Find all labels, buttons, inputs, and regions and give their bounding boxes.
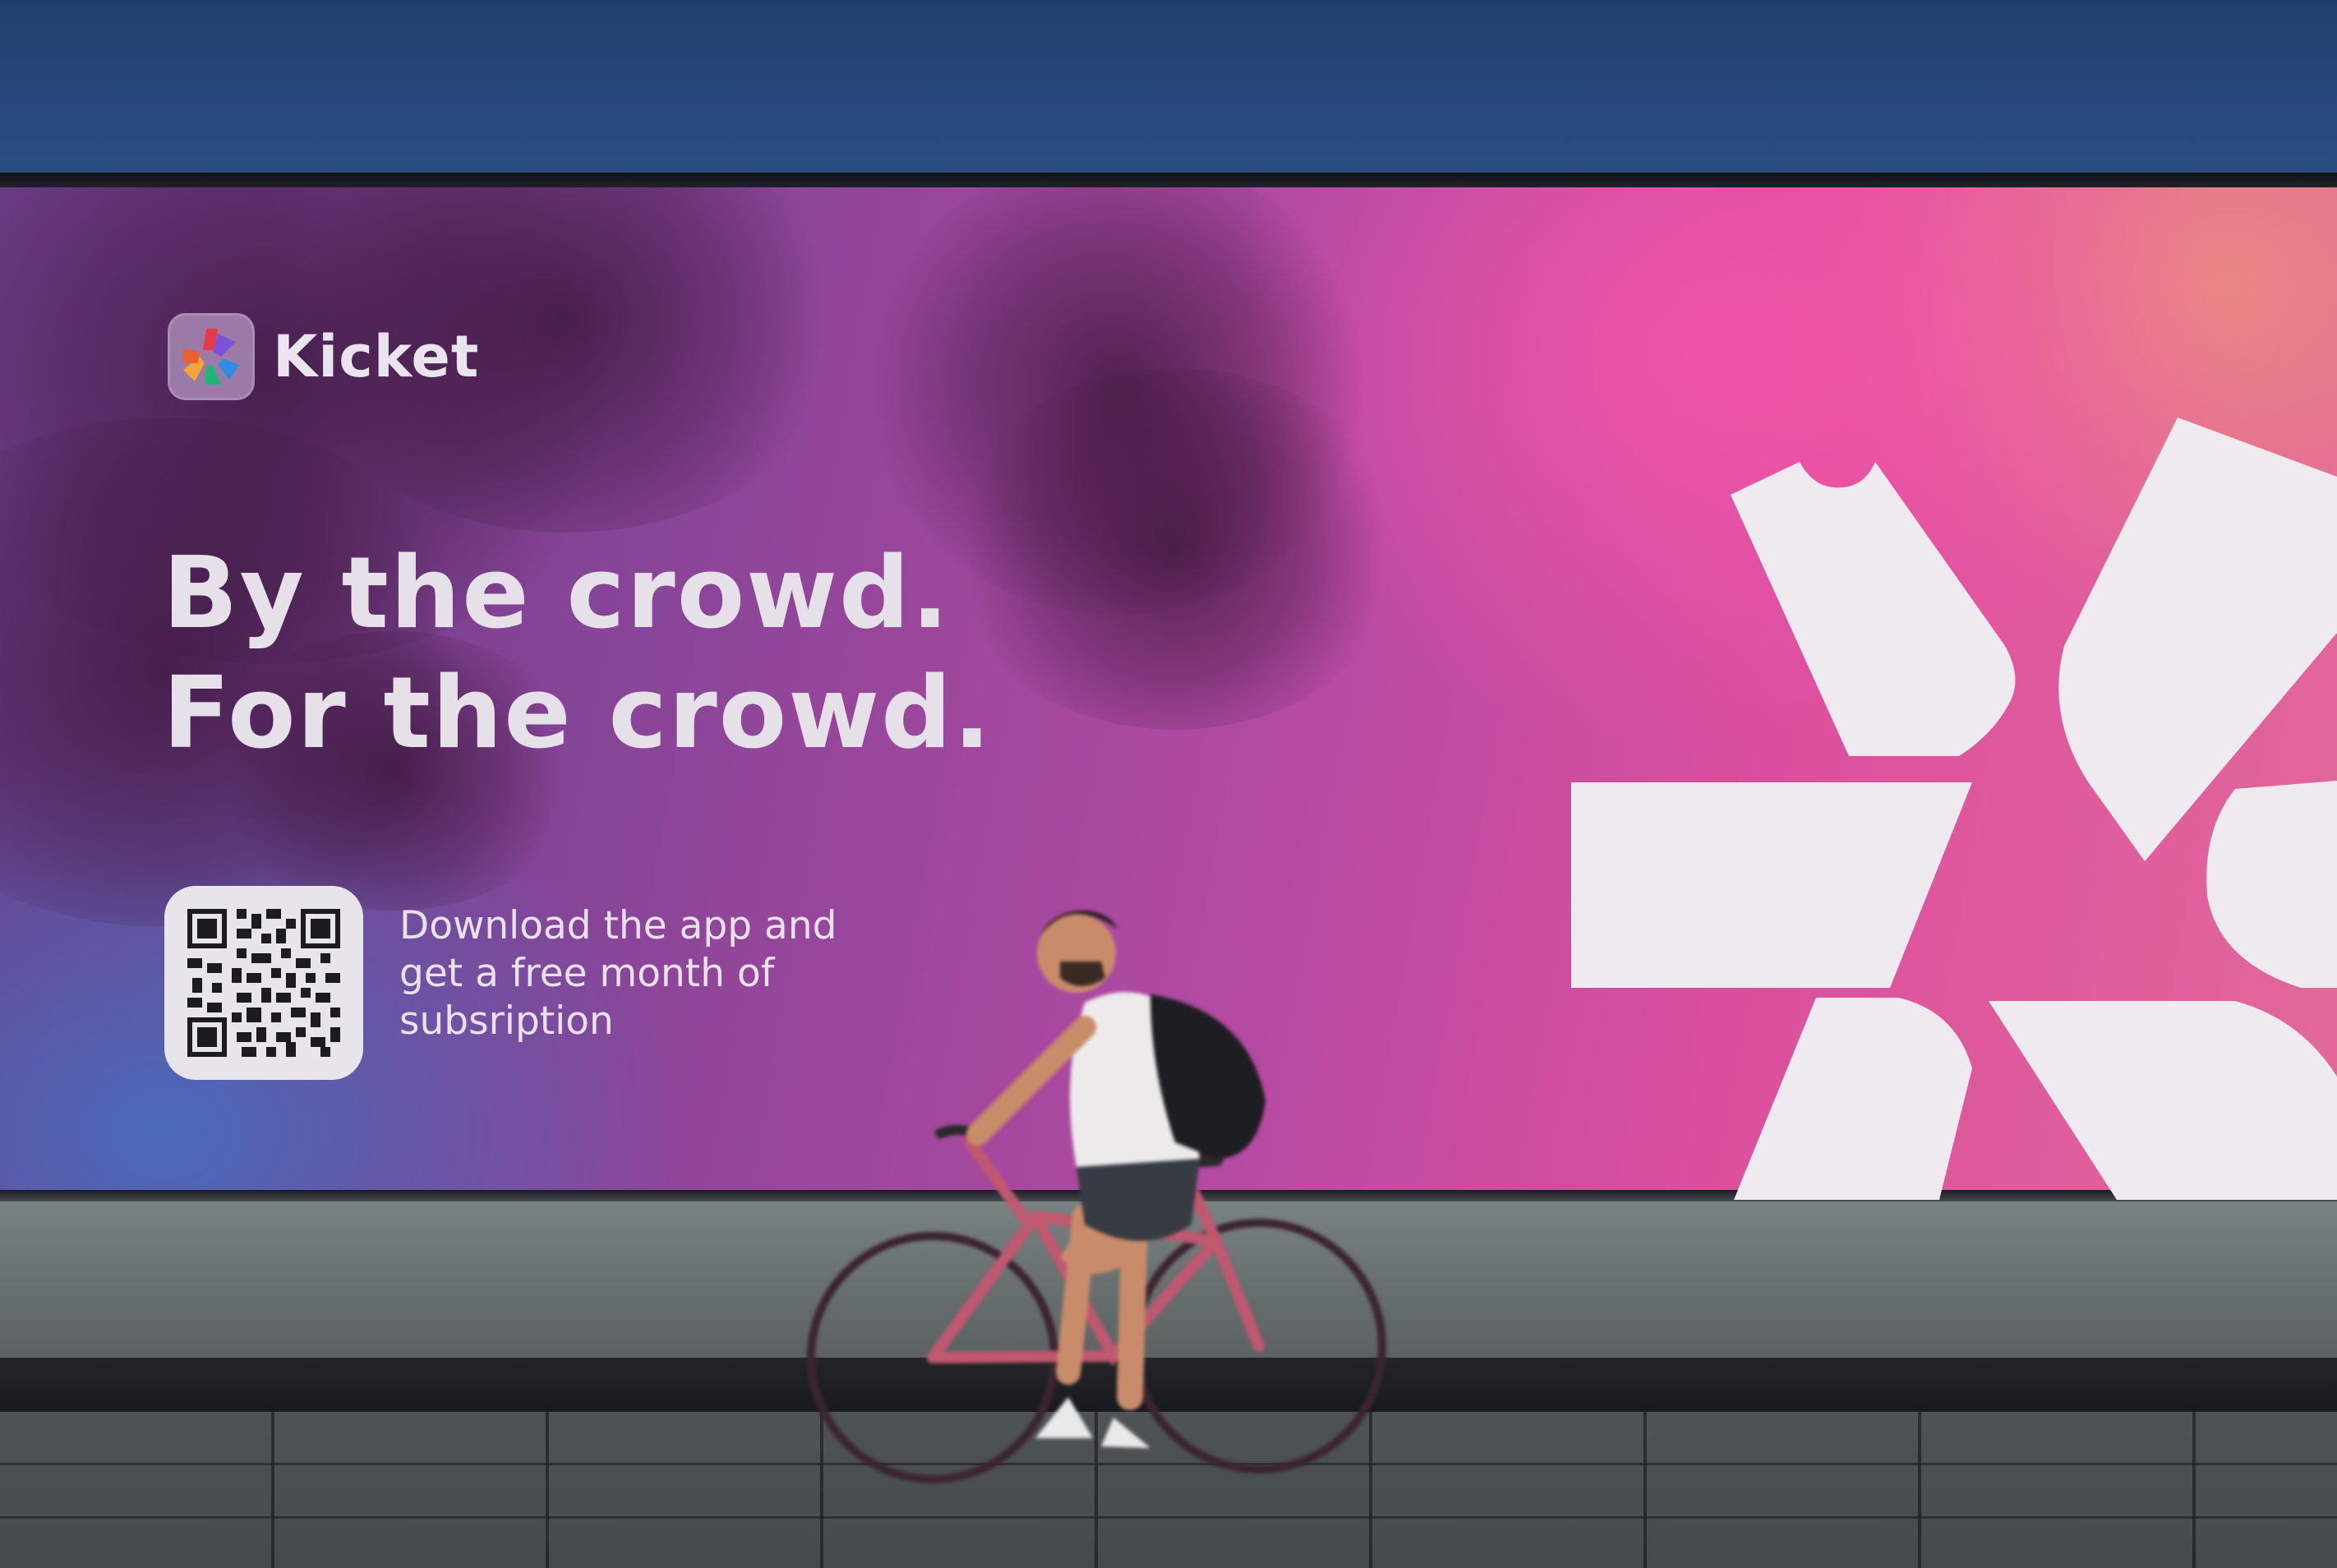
headline: By the crowd. For the crowd. bbox=[163, 534, 993, 774]
ticket-star-graphic bbox=[1571, 417, 2337, 1200]
multicolor-ticket-star-icon bbox=[168, 313, 255, 400]
brand-name: Kicket bbox=[273, 323, 480, 390]
qr-code-card bbox=[164, 886, 363, 1080]
qr-code-icon bbox=[187, 909, 340, 1057]
building-facade bbox=[0, 0, 2337, 179]
headline-line-2: For the crowd. bbox=[163, 657, 993, 771]
smoke-cloud bbox=[945, 368, 1405, 730]
headline-line-1: By the crowd. bbox=[163, 537, 951, 651]
photo-scene: Kicket By the crowd. For the crowd. Down… bbox=[0, 0, 2337, 1568]
brand-logo: Kicket bbox=[168, 313, 479, 400]
cyclist-figure bbox=[807, 911, 1386, 1483]
